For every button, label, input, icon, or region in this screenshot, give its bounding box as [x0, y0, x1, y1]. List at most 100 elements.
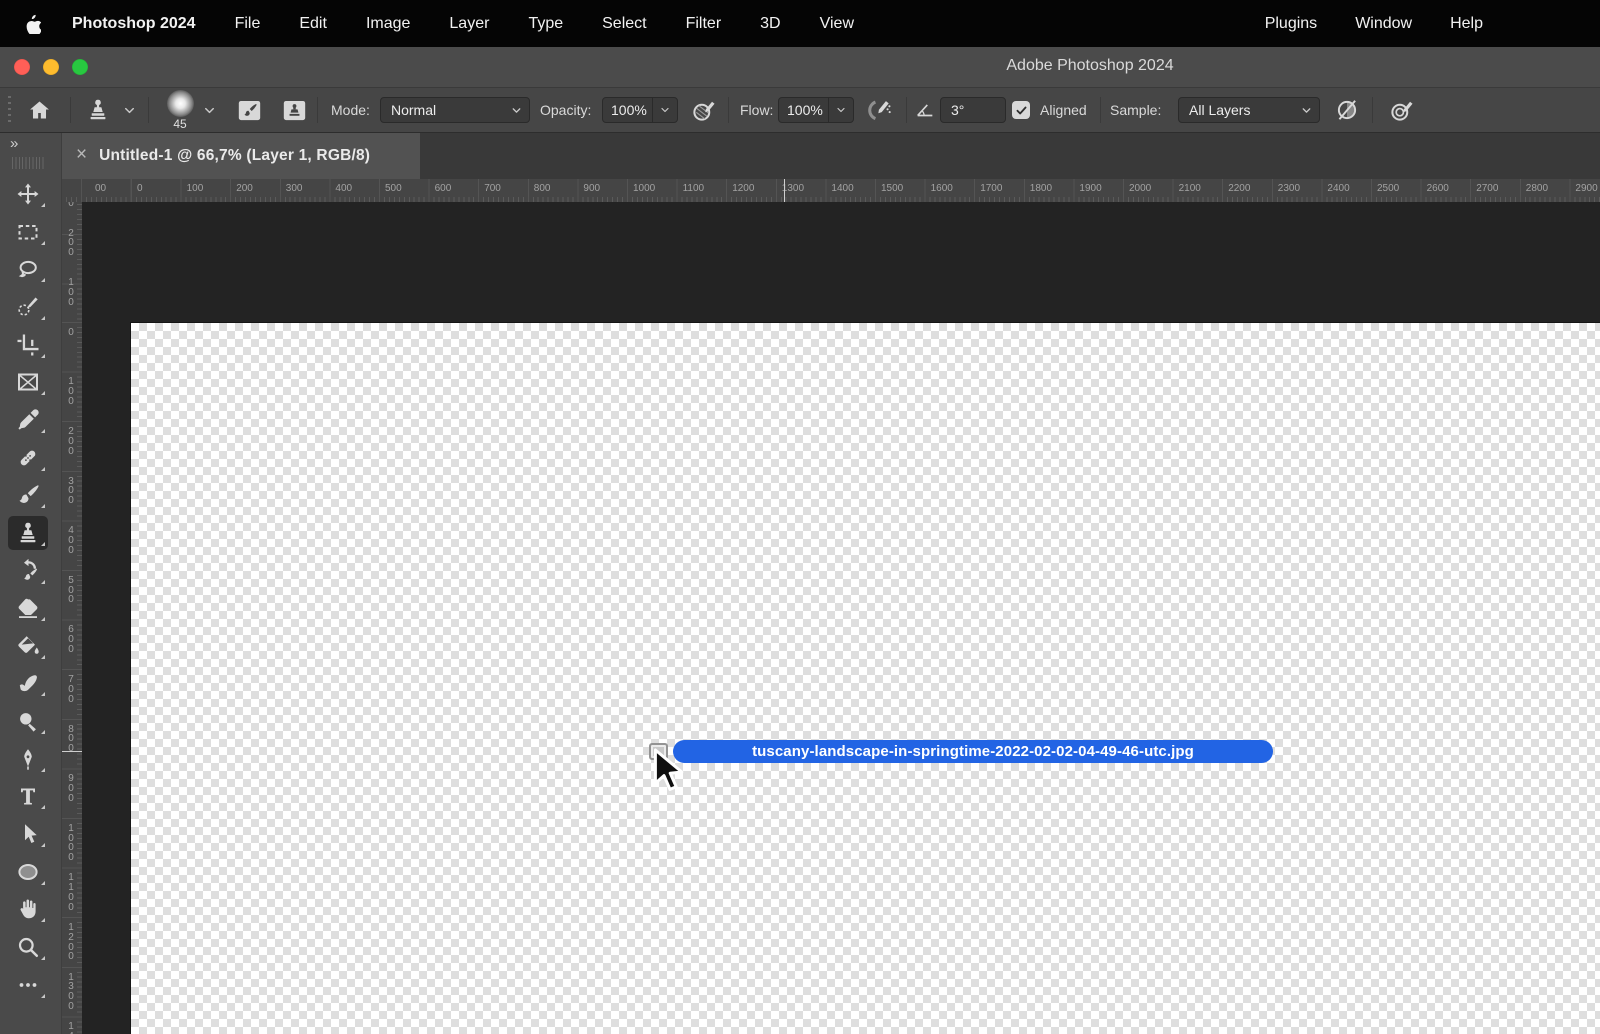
airbrush-toggle-icon[interactable]	[864, 88, 892, 132]
brush-angle-icon	[914, 88, 936, 132]
toggle-brush-settings-panel-button[interactable]	[236, 88, 263, 132]
close-tab-icon[interactable]: ×	[76, 144, 87, 166]
flow-field[interactable]: 100%	[778, 97, 854, 123]
tools-panel-gripper[interactable]	[12, 157, 46, 169]
aligned-label: Aligned	[1040, 102, 1087, 118]
tool-eraser[interactable]	[8, 591, 48, 625]
menu-filter[interactable]: Filter	[686, 15, 722, 33]
v-ruler-label: 2 0 0	[68, 426, 74, 457]
eraser-icon	[18, 598, 38, 619]
h-ruler-label: 600	[434, 183, 452, 194]
tablet-pressure-opacity-icon[interactable]	[690, 88, 717, 132]
menu-help[interactable]: Help	[1450, 15, 1483, 33]
tool-healing-brush[interactable]	[8, 441, 48, 475]
zoom-window-button[interactable]	[72, 59, 88, 75]
opacity-field[interactable]: 100%	[602, 97, 678, 123]
tool-move[interactable]	[8, 177, 48, 211]
tablet-pressure-size-icon[interactable]	[1388, 88, 1415, 132]
tool-clone-stamp[interactable]	[8, 515, 48, 550]
window-title-bar[interactable]: Adobe Photoshop 2024	[0, 47, 1600, 88]
separator	[148, 97, 149, 123]
v-ruler-label: 1 4 0 0	[68, 1021, 74, 1034]
tool-brush[interactable]	[8, 478, 48, 512]
tool-preset-icon[interactable]	[86, 88, 110, 132]
horizontal-ruler[interactable]: 00 0 100 200 300 400 500 600 700 800 900 1000 1100 12…	[62, 179, 1600, 202]
flyout-triangle-icon	[41, 993, 45, 998]
tool-paint-bucket[interactable]	[8, 629, 48, 663]
menu-app-name[interactable]: Photoshop 2024	[72, 15, 196, 33]
tool-lasso[interactable]	[8, 252, 48, 286]
h-ruler-label: 1700	[980, 183, 1003, 194]
minimize-window-button[interactable]	[43, 59, 59, 75]
v-ruler-label: 1 2 0 0	[68, 922, 74, 963]
options-bar-gripper[interactable]	[8, 96, 11, 126]
options-bar: 45 Mode: Normal Opacity: 100% Flow: 100%	[0, 88, 1600, 133]
rectangular-marquee-icon	[18, 224, 38, 240]
home-icon[interactable]	[28, 88, 51, 132]
menu-plugins[interactable]: Plugins	[1265, 15, 1317, 33]
clone-stamp-icon	[20, 522, 36, 543]
tool-more-tools[interactable]	[8, 968, 48, 1002]
tool-type[interactable]	[8, 779, 48, 813]
separator	[70, 97, 71, 123]
brush-preset-picker[interactable]: 45	[165, 89, 195, 131]
tool-path-selection[interactable]	[8, 817, 48, 851]
tool-hand[interactable]	[8, 892, 48, 926]
ignore-adjustment-layers-icon[interactable]	[1334, 88, 1360, 132]
smudge-icon	[19, 675, 37, 692]
separator	[317, 97, 318, 123]
collapse-tools-panel-button[interactable]: »	[10, 135, 19, 152]
menu-3d[interactable]: 3D	[760, 15, 780, 33]
canvas-transparency-checkerboard[interactable]	[130, 322, 1600, 1034]
h-ruler-label: 0	[137, 183, 143, 194]
close-window-button[interactable]	[14, 59, 30, 75]
tool-pen[interactable]	[8, 742, 48, 776]
menu-items-right: Plugins Window Help	[1265, 15, 1483, 33]
h-ruler-label: 1600	[930, 183, 953, 194]
toggle-clone-source-panel-button[interactable]	[281, 88, 308, 132]
menu-type[interactable]: Type	[528, 15, 563, 33]
h-ruler-label: 200	[236, 183, 253, 194]
sample-value: All Layers	[1189, 102, 1251, 118]
menu-layer[interactable]: Layer	[449, 15, 489, 33]
h-ruler-label: 1900	[1079, 183, 1102, 194]
mode-select[interactable]: Normal	[380, 97, 530, 123]
tool-object-selection[interactable]	[8, 290, 48, 324]
angle-field[interactable]: 3°	[940, 97, 1006, 123]
tool-zoom[interactable]	[8, 930, 48, 964]
sample-label: Sample:	[1110, 102, 1162, 118]
opacity-label: Opacity:	[540, 102, 592, 118]
brush-picker-chevron-icon[interactable]	[202, 88, 217, 132]
menu-edit[interactable]: Edit	[299, 15, 327, 33]
sample-select[interactable]: All Layers	[1178, 97, 1320, 123]
path-selection-icon	[25, 824, 37, 844]
hand-icon	[20, 899, 36, 919]
menu-window[interactable]: Window	[1355, 15, 1412, 33]
tool-eyedropper[interactable]	[8, 403, 48, 437]
tool-dodge[interactable]	[8, 704, 48, 738]
tool-history-brush[interactable]	[8, 554, 48, 588]
tool-rectangular-marquee[interactable]	[8, 215, 48, 249]
chevron-down-icon[interactable]	[652, 98, 677, 122]
tool-crop[interactable]	[8, 328, 48, 362]
menu-view[interactable]: View	[820, 15, 854, 33]
h-ruler-label: 1800	[1029, 183, 1053, 194]
menu-file[interactable]: File	[235, 15, 261, 33]
chevron-down-icon[interactable]	[828, 98, 853, 122]
menu-select[interactable]: Select	[602, 15, 646, 33]
flyout-triangle-icon	[41, 203, 45, 207]
tool-preset-chevron-icon[interactable]	[122, 88, 137, 132]
v-ruler-label: 3 0 0	[68, 202, 74, 209]
vertical-ruler[interactable]: 3 0 0 2 0 0 1 0 0 0 1 0 0 2 0 0 3 0 0 4 0 0 5 0 …	[62, 202, 82, 1034]
document-tab[interactable]: × Untitled-1 @ 66,7% (Layer 1, RGB/8)	[62, 133, 420, 179]
tool-frame[interactable]	[8, 365, 48, 399]
v-ruler-label: 1 1 0 0	[68, 872, 74, 913]
tool-smudge[interactable]	[8, 666, 48, 700]
flyout-triangle-icon	[41, 353, 45, 358]
aligned-checkbox[interactable]	[1012, 101, 1030, 119]
menu-image[interactable]: Image	[366, 15, 410, 33]
tool-ellipse[interactable]	[8, 855, 48, 889]
apple-icon[interactable]	[24, 13, 44, 35]
tools-panel: »	[0, 133, 62, 1034]
v-ruler-label: 3 0 0	[68, 475, 74, 507]
